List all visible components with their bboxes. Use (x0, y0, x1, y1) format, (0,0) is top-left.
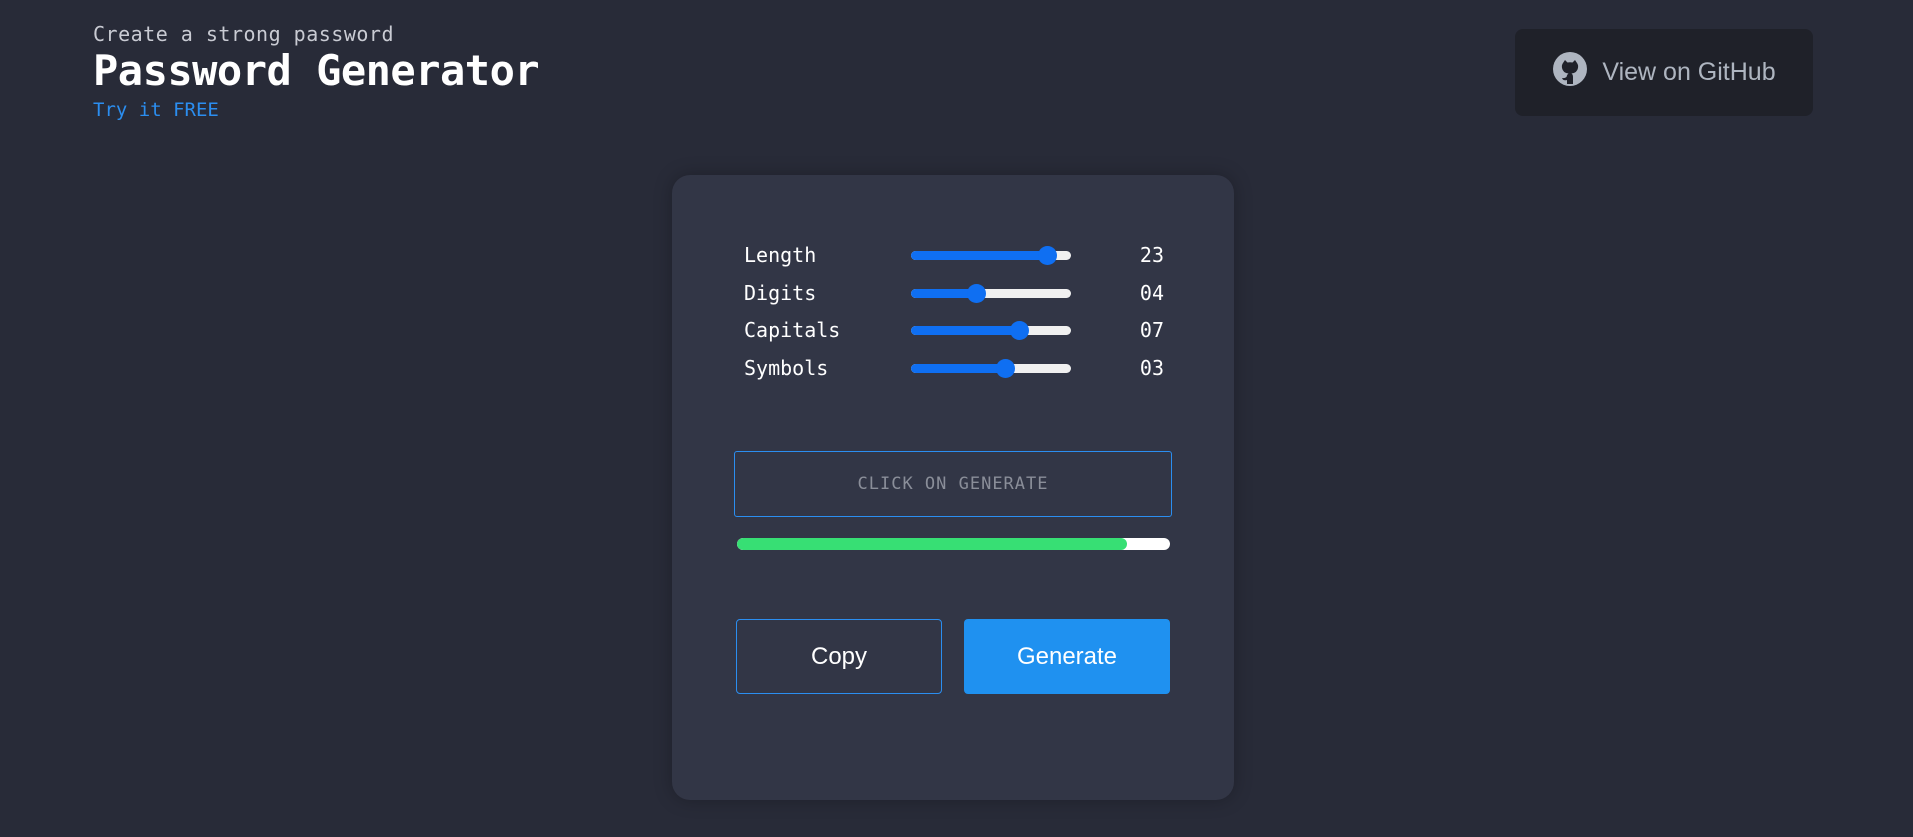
slider-thumb[interactable] (1010, 321, 1030, 340)
settings-list: Length 23 Digits 04 Capitals 07 Symbols … (744, 242, 1164, 392)
setting-row-capitals: Capitals 07 (744, 317, 1164, 355)
password-placeholder: CLICK ON GENERATE (857, 474, 1049, 494)
tagline-link[interactable]: Try it FREE (93, 98, 539, 122)
page-subtitle: Create a strong password (93, 22, 394, 46)
page-title: Password Generator (93, 46, 540, 95)
digits-slider[interactable] (911, 283, 1071, 303)
setting-label: Capitals (744, 318, 841, 342)
copy-button[interactable]: Copy (736, 619, 942, 694)
slider-thumb[interactable] (995, 358, 1015, 378)
github-label: View on GitHub (1602, 58, 1776, 86)
github-icon (1552, 51, 1588, 94)
setting-value: 23 (1139, 243, 1164, 267)
setting-label: Symbols (744, 355, 829, 380)
capitals-slider[interactable] (911, 321, 1071, 340)
password-output[interactable]: CLICK ON GENERATE (734, 451, 1172, 517)
setting-label: Digits (744, 280, 817, 305)
setting-row-length: Length 23 (744, 242, 1164, 280)
length-slider[interactable] (911, 246, 1071, 265)
slider-thumb[interactable] (967, 283, 987, 303)
setting-value: 07 (1139, 318, 1164, 342)
generator-card: Length 23 Digits 04 Capitals 07 Symbols … (672, 175, 1234, 800)
slider-thumb[interactable] (1037, 246, 1057, 265)
strength-bar (737, 538, 1170, 550)
setting-row-symbols: Symbols 03 (744, 355, 1164, 393)
page-header: Create a strong password Password Genera… (93, 22, 540, 122)
setting-row-digits: Digits 04 (744, 280, 1164, 318)
symbols-slider[interactable] (911, 358, 1071, 378)
generate-button[interactable]: Generate (964, 619, 1170, 694)
view-on-github-button[interactable]: View on GitHub (1515, 29, 1813, 116)
strength-bar-fill (737, 538, 1127, 550)
setting-label: Length (744, 243, 817, 267)
setting-value: 04 (1139, 280, 1164, 305)
setting-value: 03 (1139, 355, 1164, 380)
